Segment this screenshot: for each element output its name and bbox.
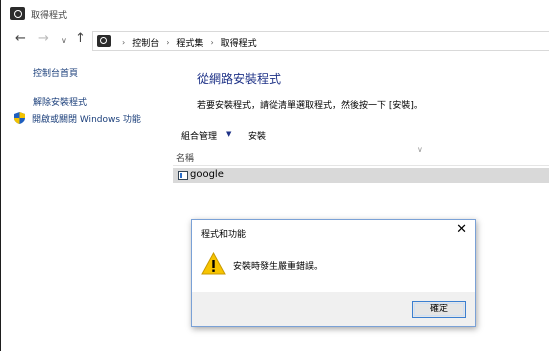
dialog-title: 程式和功能 bbox=[201, 230, 247, 240]
window-title: 取得程式 bbox=[31, 11, 68, 21]
list-item[interactable]: google bbox=[173, 168, 549, 183]
organize-dropdown-icon[interactable]: ▼ bbox=[226, 130, 231, 138]
breadcrumb-programs[interactable]: 程式集 bbox=[176, 36, 203, 49]
page-description: 若要安裝程式，請從清單選取程式，然後按一下 [安裝]。 bbox=[197, 101, 423, 111]
sidebar-item-uninstall-program[interactable]: 解除安裝程式 bbox=[33, 95, 87, 108]
column-header-name[interactable]: 名稱 bbox=[176, 151, 194, 164]
ok-button[interactable]: 確定 bbox=[412, 301, 466, 318]
shield-icon bbox=[14, 112, 25, 124]
up-button[interactable]: ↑ bbox=[75, 32, 86, 46]
page-title: 從網路安裝程式 bbox=[197, 72, 282, 86]
sidebar-item-control-panel-home[interactable]: 控制台首頁 bbox=[33, 66, 78, 79]
title-bar[interactable]: 取得程式 bbox=[1, 0, 549, 28]
program-icon bbox=[178, 171, 188, 180]
close-icon[interactable]: ✕ bbox=[456, 223, 467, 237]
organize-button[interactable]: 組合管理 bbox=[181, 129, 217, 142]
list-header: 名稱 ∨ bbox=[173, 145, 549, 166]
address-bar[interactable]: › 控制台 › 程式集 › 取得程式 bbox=[92, 31, 549, 51]
recent-locations-dropdown[interactable]: ∨ bbox=[61, 34, 67, 48]
control-panel-icon bbox=[10, 7, 25, 20]
breadcrumb: › 控制台 › 程式集 › 取得程式 bbox=[115, 36, 257, 49]
list-item-label: google bbox=[190, 169, 224, 180]
program-window: 取得程式 ← → ∨ ↑ › 控制台 › 程式集 › 取得程式 控制台首頁 解除… bbox=[0, 0, 549, 351]
install-button[interactable]: 安裝 bbox=[248, 129, 266, 142]
dialog-title-bar[interactable]: 程式和功能 ✕ bbox=[192, 220, 475, 242]
breadcrumb-separator[interactable]: › bbox=[122, 38, 125, 47]
dialog-message: 安裝時發生嚴重錯誤。 bbox=[233, 262, 324, 272]
back-button[interactable]: ← bbox=[15, 32, 26, 46]
navigation-bar: ← → ∨ ↑ › 控制台 › 程式集 › 取得程式 bbox=[1, 28, 549, 54]
dialog-body: 安裝時發生嚴重錯誤。 bbox=[192, 242, 475, 292]
error-dialog: 程式和功能 ✕ 安裝時發生嚴重錯誤。 確定 bbox=[191, 219, 476, 327]
warning-icon bbox=[201, 252, 226, 275]
sidebar-item-windows-features[interactable]: 開啟或關閉 Windows 功能 bbox=[32, 112, 141, 125]
control-panel-icon bbox=[97, 35, 111, 47]
toolbar: 組合管理 ▼ 安裝 bbox=[173, 124, 549, 146]
sort-chevron-icon: ∨ bbox=[417, 145, 423, 154]
breadcrumb-separator[interactable]: › bbox=[166, 38, 169, 47]
forward-button[interactable]: → bbox=[38, 32, 49, 46]
left-pane: 控制台首頁 解除安裝程式 開啟或關閉 Windows 功能 bbox=[1, 54, 173, 351]
breadcrumb-control-panel[interactable]: 控制台 bbox=[132, 36, 159, 49]
breadcrumb-separator[interactable]: › bbox=[210, 38, 213, 47]
breadcrumb-get-programs[interactable]: 取得程式 bbox=[221, 36, 257, 49]
